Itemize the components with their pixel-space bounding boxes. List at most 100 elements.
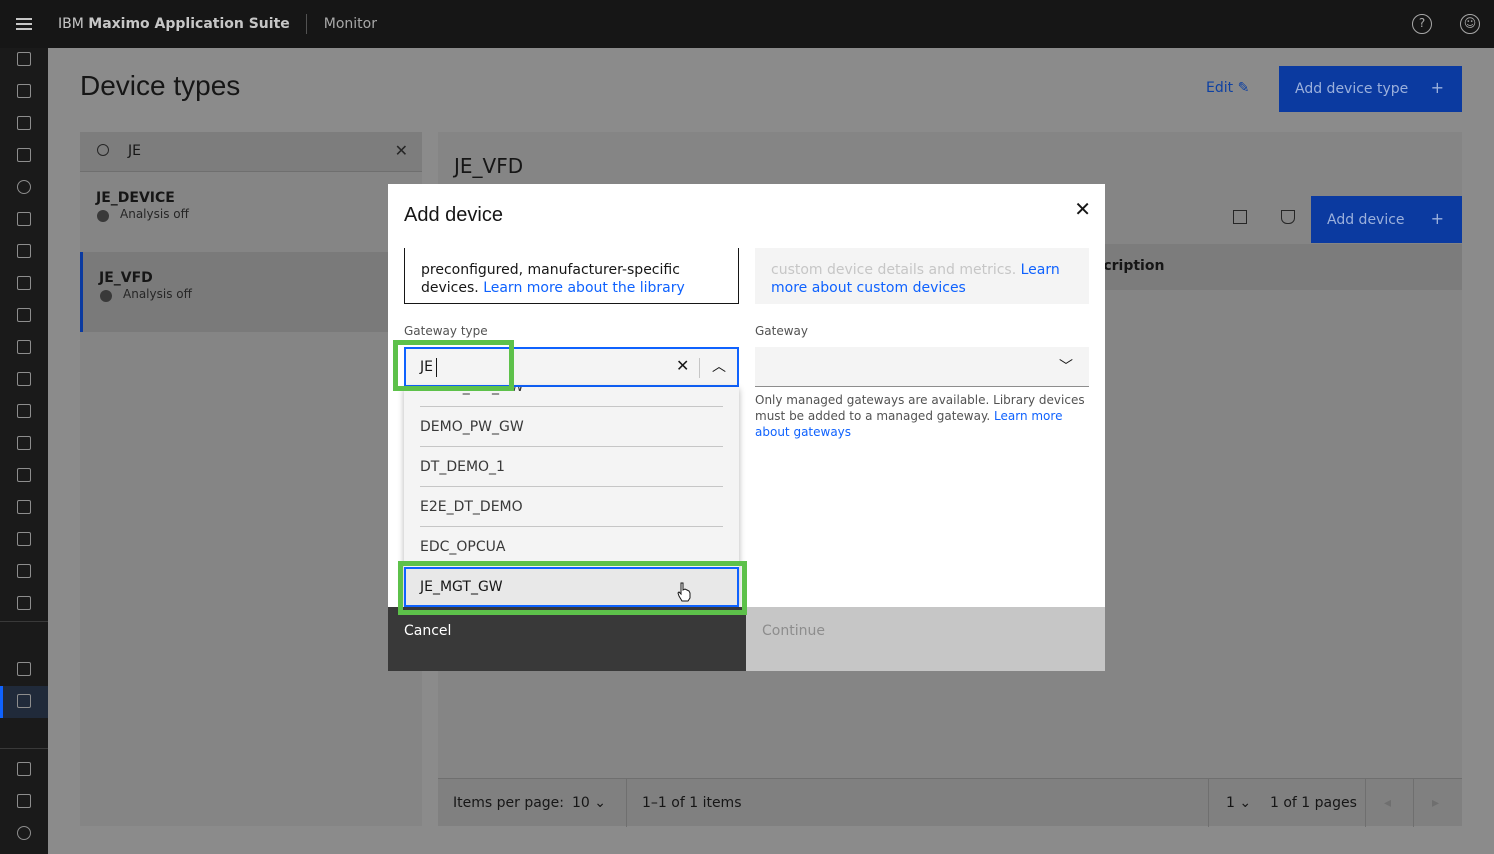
nav-icon-14[interactable] <box>17 468 31 482</box>
items-range: 1–1 of 1 items <box>642 795 742 811</box>
dropdown-option[interactable]: DEMO_PW_GW <box>404 407 739 447</box>
menu-icon[interactable] <box>0 0 48 48</box>
library-tile[interactable]: preconfigured, manufacturer-specific dev… <box>404 248 739 304</box>
nav-icon-17[interactable] <box>17 564 31 578</box>
nav-icon-18[interactable] <box>17 596 31 610</box>
nav-icon-4[interactable] <box>17 148 31 162</box>
device-type-list: JE ✕ JE_DEVICE Analysis off JE_VFD Analy… <box>80 132 422 826</box>
plus-icon: + <box>1430 209 1444 228</box>
close-icon[interactable]: ✕ <box>1074 197 1091 221</box>
pager-divider <box>1413 779 1414 827</box>
plus-icon: + <box>1430 78 1444 97</box>
chevron-down-icon: ﹀ <box>1059 359 1073 375</box>
nav-icon-5[interactable] <box>17 180 31 194</box>
items-per-page-label: Items per page: <box>453 795 565 811</box>
prev-page-icon[interactable]: ◂ <box>1384 795 1391 811</box>
page-number: 1 <box>1226 795 1235 811</box>
tile-cut-text <box>771 252 1073 261</box>
nav-icon-11[interactable] <box>17 372 31 386</box>
status-dot-icon <box>97 210 109 222</box>
device-types-icon[interactable] <box>17 694 31 708</box>
page-select[interactable]: 1 ⌄ <box>1226 795 1251 811</box>
list-item[interactable]: JE_DEVICE Analysis off <box>80 172 422 252</box>
status-dot-icon <box>100 290 112 302</box>
tile-cut-text <box>421 252 722 261</box>
nav-icon-8[interactable] <box>17 276 31 290</box>
nav-icon-21[interactable] <box>17 762 31 776</box>
nav-icon-15[interactable] <box>17 500 31 514</box>
items-per-page-value: 10 <box>572 795 590 811</box>
pager-divider <box>626 779 627 827</box>
lock-icon[interactable] <box>17 404 31 418</box>
sliders-icon[interactable] <box>17 532 31 546</box>
filter-icon[interactable] <box>1281 210 1295 224</box>
nav-icon-22[interactable] <box>17 794 31 808</box>
library-learn-more-link[interactable]: Learn more about the library <box>483 280 685 296</box>
continue-button[interactable]: Continue <box>746 607 1105 671</box>
edit-label: Edit <box>1206 80 1234 96</box>
custom-learn-more-link[interactable]: Learn <box>1021 262 1060 278</box>
gateway-select[interactable]: ﹀ <box>755 347 1089 387</box>
brand-name: IBM Maximo Application Suite <box>48 14 307 34</box>
nav-icon-3[interactable] <box>17 116 31 130</box>
hand-cursor-icon <box>677 582 691 602</box>
nav-icon-1[interactable] <box>17 52 31 66</box>
gateway-type-label: Gateway type <box>404 324 488 338</box>
nav-icon-9[interactable] <box>17 308 31 322</box>
list-item-selected[interactable]: JE_VFD Analysis off <box>80 252 422 332</box>
dropdown-option[interactable]: DT_DEMO_1 <box>404 447 739 487</box>
clear-search-icon[interactable]: ✕ <box>395 141 408 160</box>
highlight-box <box>393 340 514 391</box>
rail-divider-2 <box>0 748 48 749</box>
nav-icon-10[interactable] <box>17 340 31 354</box>
device-type-status: Analysis off <box>123 287 192 301</box>
device-type-name: JE_DEVICE <box>96 190 175 206</box>
option-label: DEMO_PW_GW <box>420 419 524 435</box>
add-device-label: Add device <box>1327 212 1405 228</box>
cancel-button[interactable]: Cancel <box>388 607 746 671</box>
nav-icon-19[interactable] <box>17 662 31 676</box>
custom-tile[interactable]: custom device details and metrics. Learn… <box>755 248 1089 304</box>
combobox-divider <box>699 358 700 378</box>
cart-icon[interactable] <box>17 436 31 450</box>
custom-tile-text: custom device details and metrics. <box>771 262 1017 278</box>
edit-button[interactable]: Edit ✎ <box>1206 80 1249 96</box>
highlight-box <box>398 561 747 615</box>
column-header-description[interactable]: scription <box>1095 258 1164 274</box>
pager-divider <box>1208 779 1209 827</box>
device-type-name: JE_VFD <box>99 270 153 286</box>
custom-learn-more-link-2[interactable]: more about custom devices <box>771 280 966 296</box>
option-label: EDC_OPCUA <box>420 539 506 555</box>
clear-selection-icon[interactable]: ✕ <box>676 356 689 375</box>
search-field[interactable]: JE ✕ <box>80 132 422 172</box>
chevron-down-icon: ⌄ <box>594 795 607 811</box>
next-page-icon[interactable]: ▸ <box>1432 795 1439 811</box>
chevron-up-icon[interactable]: ︿ <box>712 356 726 376</box>
columns-icon[interactable] <box>1233 210 1247 224</box>
modal-footer: Cancel Continue <box>388 607 1105 671</box>
nav-icon-6[interactable] <box>17 212 31 226</box>
gateway-label: Gateway <box>755 324 809 338</box>
items-per-page-select[interactable]: 10 ⌄ <box>572 795 606 811</box>
rail-divider <box>0 621 48 622</box>
add-device-button[interactable]: Add device + <box>1311 196 1462 243</box>
search-icon <box>97 144 109 156</box>
pager-divider <box>1365 779 1366 827</box>
side-rail <box>0 48 48 854</box>
page-title: Device types <box>80 70 241 101</box>
search-input[interactable]: JE <box>128 143 141 159</box>
user-icon[interactable]: ☺ <box>1460 14 1480 34</box>
page-count: 1 of 1 pages <box>1270 795 1357 811</box>
nav-icon-2[interactable] <box>17 84 31 98</box>
brand-title: Maximo Application Suite <box>88 16 290 32</box>
gear-icon[interactable] <box>17 826 31 840</box>
pagination: Items per page: 10 ⌄ 1–1 of 1 items 1 ⌄ … <box>438 778 1462 827</box>
help-icon[interactable]: ? <box>1412 14 1432 34</box>
option-label: E2E_DT_DEMO <box>420 499 523 515</box>
nav-icon-7[interactable] <box>17 244 31 258</box>
gateways-learn-more-link-2[interactable]: gateways <box>793 425 851 439</box>
add-device-type-button[interactable]: Add device type + <box>1279 66 1462 112</box>
product-name: Monitor <box>323 16 377 32</box>
option-label: DT_DEMO_1 <box>420 459 505 475</box>
dropdown-option[interactable]: E2E_DT_DEMO <box>404 487 739 527</box>
